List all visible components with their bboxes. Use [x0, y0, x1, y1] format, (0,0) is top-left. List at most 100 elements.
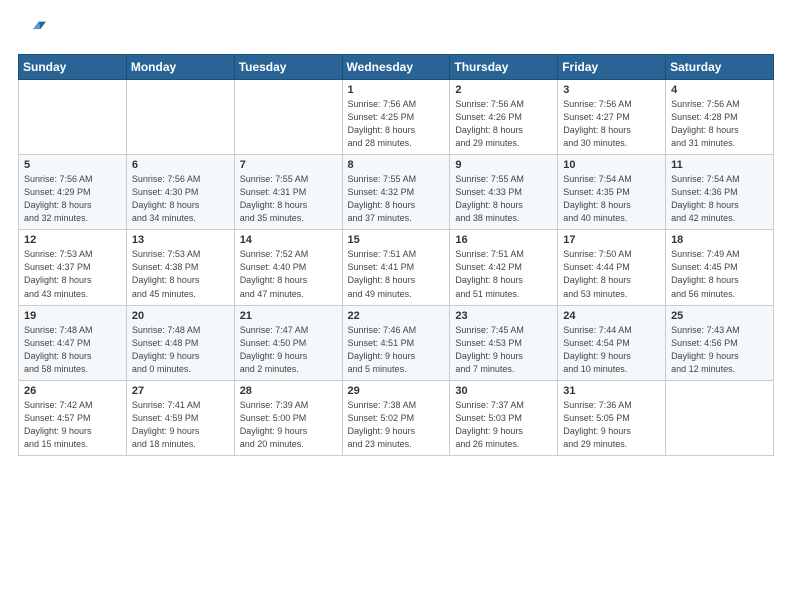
- day-number: 25: [671, 310, 768, 322]
- calendar-header-thursday: Thursday: [450, 55, 558, 80]
- calendar-header-sunday: Sunday: [19, 55, 127, 80]
- day-number: 13: [132, 234, 229, 246]
- calendar-cell: 12Sunrise: 7:53 AM Sunset: 4:37 PM Dayli…: [19, 230, 127, 305]
- calendar-cell: 13 Sunrise: 7:53 AM Sunset: 4:38 PM Dayli…: [126, 230, 234, 305]
- calendar-cell: 27 Sunrise: 7:41 AM Sunset: 4:59 PM Dayli…: [126, 380, 234, 455]
- day-info: Sunrise: 7:55 AM Sunset: 4:33 PM Dayligh…: [455, 173, 552, 225]
- day-info: Sunrise: 7:52 AM Sunset: 4:40 PM Dayligh…: [240, 248, 337, 300]
- calendar-cell: 1 Sunrise: 7:56 AM Sunset: 4:25 PM Daylig…: [342, 80, 450, 155]
- calendar-cell: 18 Sunrise: 7:49 AM Sunset: 4:45 PM Dayli…: [666, 230, 774, 305]
- calendar-week-3: 12Sunrise: 7:53 AM Sunset: 4:37 PM Dayli…: [19, 230, 774, 305]
- calendar-cell: [234, 80, 342, 155]
- calendar-cell: 6 Sunrise: 7:56 AM Sunset: 4:30 PM Daylig…: [126, 155, 234, 230]
- page: SundayMondayTuesdayWednesdayThursdayFrid…: [0, 0, 792, 612]
- calendar-cell: 11 Sunrise: 7:54 AM Sunset: 4:36 PM Dayli…: [666, 155, 774, 230]
- day-number: 24: [563, 310, 660, 322]
- calendar-cell: 30 Sunrise: 7:37 AM Sunset: 5:03 PM Dayli…: [450, 380, 558, 455]
- day-number: 26: [24, 385, 121, 397]
- calendar-cell: 26 Sunrise: 7:42 AM Sunset: 4:57 PM Dayli…: [19, 380, 127, 455]
- day-number: 27: [132, 385, 229, 397]
- calendar-header-tuesday: Tuesday: [234, 55, 342, 80]
- calendar-cell: 2 Sunrise: 7:56 AM Sunset: 4:26 PM Daylig…: [450, 80, 558, 155]
- day-number: 12: [24, 234, 121, 246]
- day-number: 31: [563, 385, 660, 397]
- calendar-cell: [19, 80, 127, 155]
- calendar-cell: 24 Sunrise: 7:44 AM Sunset: 4:54 PM Dayli…: [558, 305, 666, 380]
- day-info: Sunrise: 7:56 AM Sunset: 4:27 PM Dayligh…: [563, 98, 660, 150]
- day-number: 18: [671, 234, 768, 246]
- day-number: 29: [348, 385, 445, 397]
- day-info: Sunrise: 7:56 AM Sunset: 4:28 PM Dayligh…: [671, 98, 768, 150]
- day-info: Sunrise: 7:45 AM Sunset: 4:53 PM Dayligh…: [455, 324, 552, 376]
- calendar-week-1: 1 Sunrise: 7:56 AM Sunset: 4:25 PM Daylig…: [19, 80, 774, 155]
- day-info: Sunrise: 7:49 AM Sunset: 4:45 PM Dayligh…: [671, 248, 768, 300]
- day-number: 11: [671, 159, 768, 171]
- logo: [18, 16, 48, 44]
- calendar-cell: 15 Sunrise: 7:51 AM Sunset: 4:41 PM Dayli…: [342, 230, 450, 305]
- day-number: 17: [563, 234, 660, 246]
- calendar-cell: 3 Sunrise: 7:56 AM Sunset: 4:27 PM Daylig…: [558, 80, 666, 155]
- day-number: 20: [132, 310, 229, 322]
- calendar-cell: 10Sunrise: 7:54 AM Sunset: 4:35 PM Dayli…: [558, 155, 666, 230]
- day-number: 16: [455, 234, 552, 246]
- calendar-header-row: SundayMondayTuesdayWednesdayThursdayFrid…: [19, 55, 774, 80]
- calendar-week-5: 26 Sunrise: 7:42 AM Sunset: 4:57 PM Dayli…: [19, 380, 774, 455]
- day-number: 9: [455, 159, 552, 171]
- calendar-cell: 14 Sunrise: 7:52 AM Sunset: 4:40 PM Dayli…: [234, 230, 342, 305]
- day-info: Sunrise: 7:53 AM Sunset: 4:38 PM Dayligh…: [132, 248, 229, 300]
- day-number: 19: [24, 310, 121, 322]
- day-number: 15: [348, 234, 445, 246]
- day-info: Sunrise: 7:56 AM Sunset: 4:25 PM Dayligh…: [348, 98, 445, 150]
- day-info: Sunrise: 7:55 AM Sunset: 4:32 PM Dayligh…: [348, 173, 445, 225]
- day-number: 14: [240, 234, 337, 246]
- day-info: Sunrise: 7:42 AM Sunset: 4:57 PM Dayligh…: [24, 399, 121, 451]
- calendar-header-wednesday: Wednesday: [342, 55, 450, 80]
- day-info: Sunrise: 7:56 AM Sunset: 4:29 PM Dayligh…: [24, 173, 121, 225]
- calendar-week-4: 19 Sunrise: 7:48 AM Sunset: 4:47 PM Dayli…: [19, 305, 774, 380]
- day-number: 10: [563, 159, 660, 171]
- day-number: 1: [348, 84, 445, 96]
- calendar-cell: 28 Sunrise: 7:39 AM Sunset: 5:00 PM Dayli…: [234, 380, 342, 455]
- calendar-cell: 8Sunrise: 7:55 AM Sunset: 4:32 PM Daylig…: [342, 155, 450, 230]
- day-info: Sunrise: 7:51 AM Sunset: 4:41 PM Dayligh…: [348, 248, 445, 300]
- calendar-cell: 21Sunrise: 7:47 AM Sunset: 4:50 PM Dayli…: [234, 305, 342, 380]
- day-info: Sunrise: 7:39 AM Sunset: 5:00 PM Dayligh…: [240, 399, 337, 451]
- day-info: Sunrise: 7:54 AM Sunset: 4:36 PM Dayligh…: [671, 173, 768, 225]
- calendar-header-saturday: Saturday: [666, 55, 774, 80]
- day-info: Sunrise: 7:56 AM Sunset: 4:30 PM Dayligh…: [132, 173, 229, 225]
- day-info: Sunrise: 7:37 AM Sunset: 5:03 PM Dayligh…: [455, 399, 552, 451]
- day-info: Sunrise: 7:43 AM Sunset: 4:56 PM Dayligh…: [671, 324, 768, 376]
- day-number: 4: [671, 84, 768, 96]
- day-number: 21: [240, 310, 337, 322]
- day-number: 23: [455, 310, 552, 322]
- day-info: Sunrise: 7:48 AM Sunset: 4:47 PM Dayligh…: [24, 324, 121, 376]
- day-number: 7: [240, 159, 337, 171]
- day-info: Sunrise: 7:41 AM Sunset: 4:59 PM Dayligh…: [132, 399, 229, 451]
- day-number: 28: [240, 385, 337, 397]
- day-number: 5: [24, 159, 121, 171]
- calendar-cell: 5 Sunrise: 7:56 AM Sunset: 4:29 PM Daylig…: [19, 155, 127, 230]
- day-info: Sunrise: 7:36 AM Sunset: 5:05 PM Dayligh…: [563, 399, 660, 451]
- calendar-table: SundayMondayTuesdayWednesdayThursdayFrid…: [18, 54, 774, 456]
- day-info: Sunrise: 7:46 AM Sunset: 4:51 PM Dayligh…: [348, 324, 445, 376]
- calendar-cell: 19 Sunrise: 7:48 AM Sunset: 4:47 PM Dayli…: [19, 305, 127, 380]
- day-info: Sunrise: 7:56 AM Sunset: 4:26 PM Dayligh…: [455, 98, 552, 150]
- day-info: Sunrise: 7:44 AM Sunset: 4:54 PM Dayligh…: [563, 324, 660, 376]
- day-number: 3: [563, 84, 660, 96]
- calendar-cell: 4 Sunrise: 7:56 AM Sunset: 4:28 PM Daylig…: [666, 80, 774, 155]
- calendar-cell: 22 Sunrise: 7:46 AM Sunset: 4:51 PM Dayli…: [342, 305, 450, 380]
- day-number: 22: [348, 310, 445, 322]
- calendar-cell: 7 Sunrise: 7:55 AM Sunset: 4:31 PM Daylig…: [234, 155, 342, 230]
- day-number: 6: [132, 159, 229, 171]
- calendar-cell: 25 Sunrise: 7:43 AM Sunset: 4:56 PM Dayli…: [666, 305, 774, 380]
- calendar-cell: 23 Sunrise: 7:45 AM Sunset: 4:53 PM Dayli…: [450, 305, 558, 380]
- day-number: 2: [455, 84, 552, 96]
- calendar-cell: [666, 380, 774, 455]
- calendar-week-2: 5 Sunrise: 7:56 AM Sunset: 4:29 PM Daylig…: [19, 155, 774, 230]
- calendar-header-monday: Monday: [126, 55, 234, 80]
- calendar-header-friday: Friday: [558, 55, 666, 80]
- day-info: Sunrise: 7:48 AM Sunset: 4:48 PM Dayligh…: [132, 324, 229, 376]
- calendar-cell: 31 Sunrise: 7:36 AM Sunset: 5:05 PM Dayli…: [558, 380, 666, 455]
- day-number: 30: [455, 385, 552, 397]
- day-info: Sunrise: 7:55 AM Sunset: 4:31 PM Dayligh…: [240, 173, 337, 225]
